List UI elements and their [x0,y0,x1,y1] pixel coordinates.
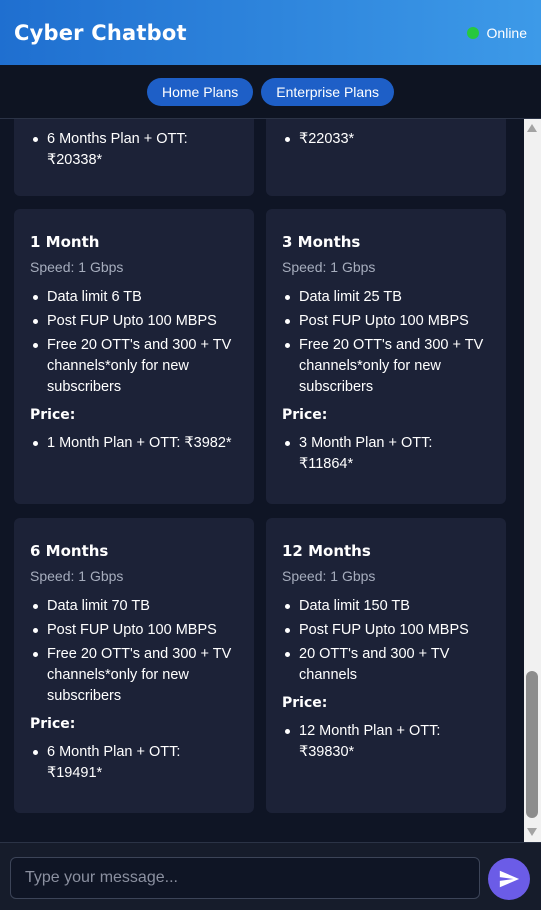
tab-enterprise-plans[interactable]: Enterprise Plans [261,77,394,106]
price-label: Price: [282,695,328,711]
message-input[interactable] [10,857,480,899]
plan-card-1-month: 1 Month Speed: 1 Gbps Data limit 6 TB Po… [14,209,254,504]
status-indicator: Online [466,24,527,41]
feature-item: Data limit 6 TB [30,287,238,308]
feature-item: Post FUP Upto 100 MBPS [30,620,238,641]
plan-title: 3 Months [282,233,361,251]
feature-item: Data limit 25 TB [282,287,490,308]
plan-card-partial-right: ₹22033* [266,119,506,196]
price-item: 1 Month Plan + OTT: ₹3982* [30,433,238,454]
price-item: 6 Months Plan + OTT: ₹20338* [30,129,238,171]
feature-item: Post FUP Upto 100 MBPS [282,620,490,641]
scroll-down-arrow-icon[interactable] [527,828,537,836]
plan-tabs: Home Plans Enterprise Plans [0,65,541,119]
online-dot-icon [466,26,479,39]
price-item: 3 Month Plan + OTT: ₹11864* [282,433,490,475]
price-item: 12 Month Plan + OTT: ₹39830* [282,721,490,763]
feature-item: Post FUP Upto 100 MBPS [282,311,490,332]
price-item: ₹22033* [282,129,490,150]
send-icon [499,870,520,888]
feature-item: Free 20 OTT's and 300 + TV channels*only… [282,335,490,398]
plan-speed: Speed: 1 Gbps [30,259,124,275]
price-label: Price: [30,716,76,732]
scroll-up-arrow-icon[interactable] [527,124,537,132]
plan-card-6-months: 6 Months Speed: 1 Gbps Data limit 70 TB … [14,518,254,813]
price-item: 6 Month Plan + OTT: ₹19491* [30,742,238,784]
price-label: Price: [30,407,76,423]
feature-item: 20 OTT's and 300 + TV channels [282,644,490,686]
feature-item: Post FUP Upto 100 MBPS [30,311,238,332]
message-composer [0,842,541,910]
plan-card-3-months: 3 Months Speed: 1 Gbps Data limit 25 TB … [266,209,506,504]
send-button[interactable] [488,858,530,900]
plan-card-12-months: 12 Months Speed: 1 Gbps Data limit 150 T… [266,518,506,813]
plan-speed: Speed: 1 Gbps [30,568,124,584]
feature-item: Free 20 OTT's and 300 + TV channels*only… [30,644,238,707]
chat-scrollbar[interactable] [524,119,541,842]
feature-item: Free 20 OTT's and 300 + TV channels*only… [30,335,238,398]
price-label: Price: [282,407,328,423]
tab-home-plans[interactable]: Home Plans [147,77,254,106]
feature-item: Data limit 150 TB [282,596,490,617]
plan-speed: Speed: 1 Gbps [282,259,376,275]
scrollbar-thumb[interactable] [526,671,538,818]
plan-card-partial-left: 6 Months Plan + OTT: ₹20338* [14,119,254,196]
chat-header: Cyber Chatbot Online [0,0,541,65]
feature-item: Data limit 70 TB [30,596,238,617]
chat-messages[interactable]: 6 Months Plan + OTT: ₹20338* ₹22033* 1 Mo… [0,119,524,842]
plan-title: 12 Months [282,542,371,560]
plan-title: 6 Months [30,542,109,560]
app-title: Cyber Chatbot [14,20,187,45]
status-text: Online [486,24,527,41]
plan-title: 1 Month [30,233,100,251]
plan-speed: Speed: 1 Gbps [282,568,376,584]
